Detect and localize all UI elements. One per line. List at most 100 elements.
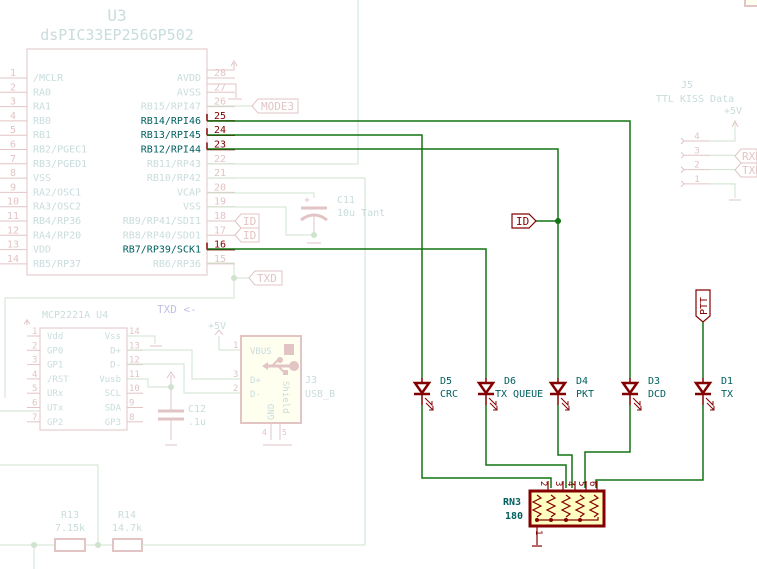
rb11-wire xyxy=(207,0,359,165)
junction-dot xyxy=(168,384,174,390)
net-crc-wire[interactable] xyxy=(207,134,423,378)
svg-text:TXD: TXD xyxy=(742,164,757,177)
rn3-pin-number: 5 xyxy=(576,481,586,486)
j3-pin-5-num: 5 xyxy=(282,428,287,437)
u4-pin-number: 2 xyxy=(32,341,37,351)
junction-dot xyxy=(555,218,561,224)
svg-text:RXD: RXD xyxy=(742,150,757,163)
led-emission-arrow-icon xyxy=(560,397,569,407)
led-value: TX QUEUE xyxy=(495,389,543,400)
led-ref: D1 xyxy=(721,376,733,387)
u3-pin-number: 8 xyxy=(10,168,16,179)
pkt-rn-wire[interactable] xyxy=(557,405,573,488)
u3-pin-name: RB3/PGED1 xyxy=(33,159,87,170)
svg-text:ID: ID xyxy=(516,215,529,228)
id-label-pin18[interactable]: ID xyxy=(234,213,260,229)
u4-pin-name: GP2 xyxy=(47,418,63,428)
u4-right-pins: 14Vss13D+12D-11Vusb10SCL9SDA8GP3 xyxy=(99,327,143,428)
u4-left-pins: 1 Vdd 2 GP0 3 GP1 4/RST 5 URx 6 UTx 7 GP2 xyxy=(27,327,69,428)
j3-pin-dminus-name: D- xyxy=(250,390,261,400)
led-ref: D6 xyxy=(504,376,516,387)
txd-label[interactable]: TXD xyxy=(248,270,283,286)
u3-pin-number: 3 xyxy=(10,97,16,108)
u4-pin-name: /RST xyxy=(47,375,69,385)
rn3-value: 180 xyxy=(505,511,523,522)
u4-pin-name: Vdd xyxy=(47,332,63,342)
led-d4[interactable]: D4 PKT xyxy=(548,376,594,411)
rn3-pin-1: 1 xyxy=(533,530,543,535)
u3-pin-name: RB2/PGEC1 xyxy=(33,145,87,156)
u3-pin-number: 21 xyxy=(214,168,226,179)
u4-pin-name: GP0 xyxy=(47,346,63,356)
j3-pin-4-num: 4 xyxy=(262,428,267,437)
led-d1[interactable]: D1 TX xyxy=(693,376,733,411)
u3-pin-number: 6 xyxy=(10,140,16,151)
led-d5[interactable]: D5 CRC xyxy=(412,376,458,411)
schematic-canvas: U3 dsPIC33EP256GP502 1/MCLR 2 RA0 3 RA1 4 RB0 5… xyxy=(0,0,757,569)
u3-pin-name: AVDD xyxy=(177,73,201,84)
u3-pin-number: 11 xyxy=(7,211,19,222)
u3-pin-number: 7 xyxy=(10,154,16,165)
u3-pin-name: RA3/OSC2 xyxy=(33,202,81,213)
txd-direction-note: TXD <- xyxy=(157,303,197,316)
j5-pins: 4 3 2 1 xyxy=(680,132,735,188)
rxd-label[interactable]: RXD xyxy=(734,148,757,164)
junction-dot xyxy=(31,542,37,548)
j3-power-label: +5V xyxy=(208,321,226,332)
u3-pin-name: RB9/RP41/SDI1 xyxy=(123,216,201,227)
j5-pin-number: 1 xyxy=(694,175,699,185)
u3-pin-name: VCAP xyxy=(177,187,201,198)
u3-pin-name: RA2/OSC1 xyxy=(33,187,81,198)
j5-pin-icon xyxy=(680,166,685,173)
led-value: CRC xyxy=(440,389,458,400)
u3-pin-name: RB13/RPI45 xyxy=(141,130,201,141)
u3-pin-name: RA0 xyxy=(33,87,51,98)
j5-pin-icon xyxy=(680,137,685,145)
u3-pin-name: RB14/RPI46 xyxy=(141,116,201,127)
tx-rn-wire[interactable] xyxy=(595,405,704,488)
led-d6[interactable]: D6 TX QUEUE xyxy=(476,376,543,411)
j3-pin-shield-name: Shield xyxy=(280,381,290,414)
c11-plus-sign: + xyxy=(304,195,310,206)
led-triangle-icon xyxy=(693,381,713,396)
r13-body[interactable] xyxy=(54,538,86,552)
r14-body[interactable] xyxy=(112,538,143,552)
c12-value: .1u xyxy=(188,417,206,428)
id-label-active[interactable]: ID xyxy=(511,213,537,229)
rn3-ref: RN3 xyxy=(503,497,521,508)
led-value: DCD xyxy=(648,389,666,400)
u4-pin-name: D+ xyxy=(110,346,121,356)
c11-ref: C11 xyxy=(337,195,355,206)
j3-pin-3-num: 3 xyxy=(233,370,238,380)
junction-dot xyxy=(95,542,101,548)
rn3-pin-number: 2 xyxy=(538,481,548,486)
u3-pin-name: /MCLR xyxy=(33,73,64,84)
j3-pin-gnd-name: GND xyxy=(267,404,277,420)
j3-pin-2-num: 2 xyxy=(233,384,238,394)
txqueue-rn-wire[interactable] xyxy=(485,405,567,488)
txd-label-j5[interactable]: TXD xyxy=(734,162,757,178)
dcd-rn-wire[interactable] xyxy=(584,405,631,488)
u4-pin-name: SCL xyxy=(105,389,121,399)
ptt-label[interactable]: PTT xyxy=(695,289,711,323)
u4-pin-number: 9 xyxy=(129,399,134,409)
u3-pin-name: RB0 xyxy=(33,116,51,127)
led-ref: D4 xyxy=(576,376,588,387)
j5-ref: J5 xyxy=(681,80,693,91)
u3-pin-name: RB8/RP40/SDO1 xyxy=(123,230,201,241)
u3-pin-name: RB10/RP42 xyxy=(147,173,201,184)
u3-pin-name: RB11/RP43 xyxy=(147,159,201,170)
u3-pin-number: 20 xyxy=(214,182,226,193)
u3-pin-number: 13 xyxy=(7,240,19,251)
rn3-pin-number: 3 xyxy=(553,481,563,486)
u3-pin-number: 10 xyxy=(7,197,19,208)
id-label-pin17[interactable]: ID xyxy=(234,227,260,243)
u4-pin-name: URx xyxy=(47,389,64,399)
u4-pin-name: Vusb xyxy=(99,375,121,385)
u3-pin-name: RB4/RP36 xyxy=(33,216,81,227)
led-d3[interactable]: D3 DCD xyxy=(620,376,666,411)
u3-pin-number: 5 xyxy=(10,125,16,136)
u3-left-pins: 1/MCLR 2 RA0 3 RA1 4 RB0 5 RB1 6 RB2/PGEC1 7 RB3/PGE… xyxy=(0,68,87,270)
svg-text:TXD: TXD xyxy=(257,272,277,285)
mode3-label[interactable]: MODE3 xyxy=(251,98,299,114)
